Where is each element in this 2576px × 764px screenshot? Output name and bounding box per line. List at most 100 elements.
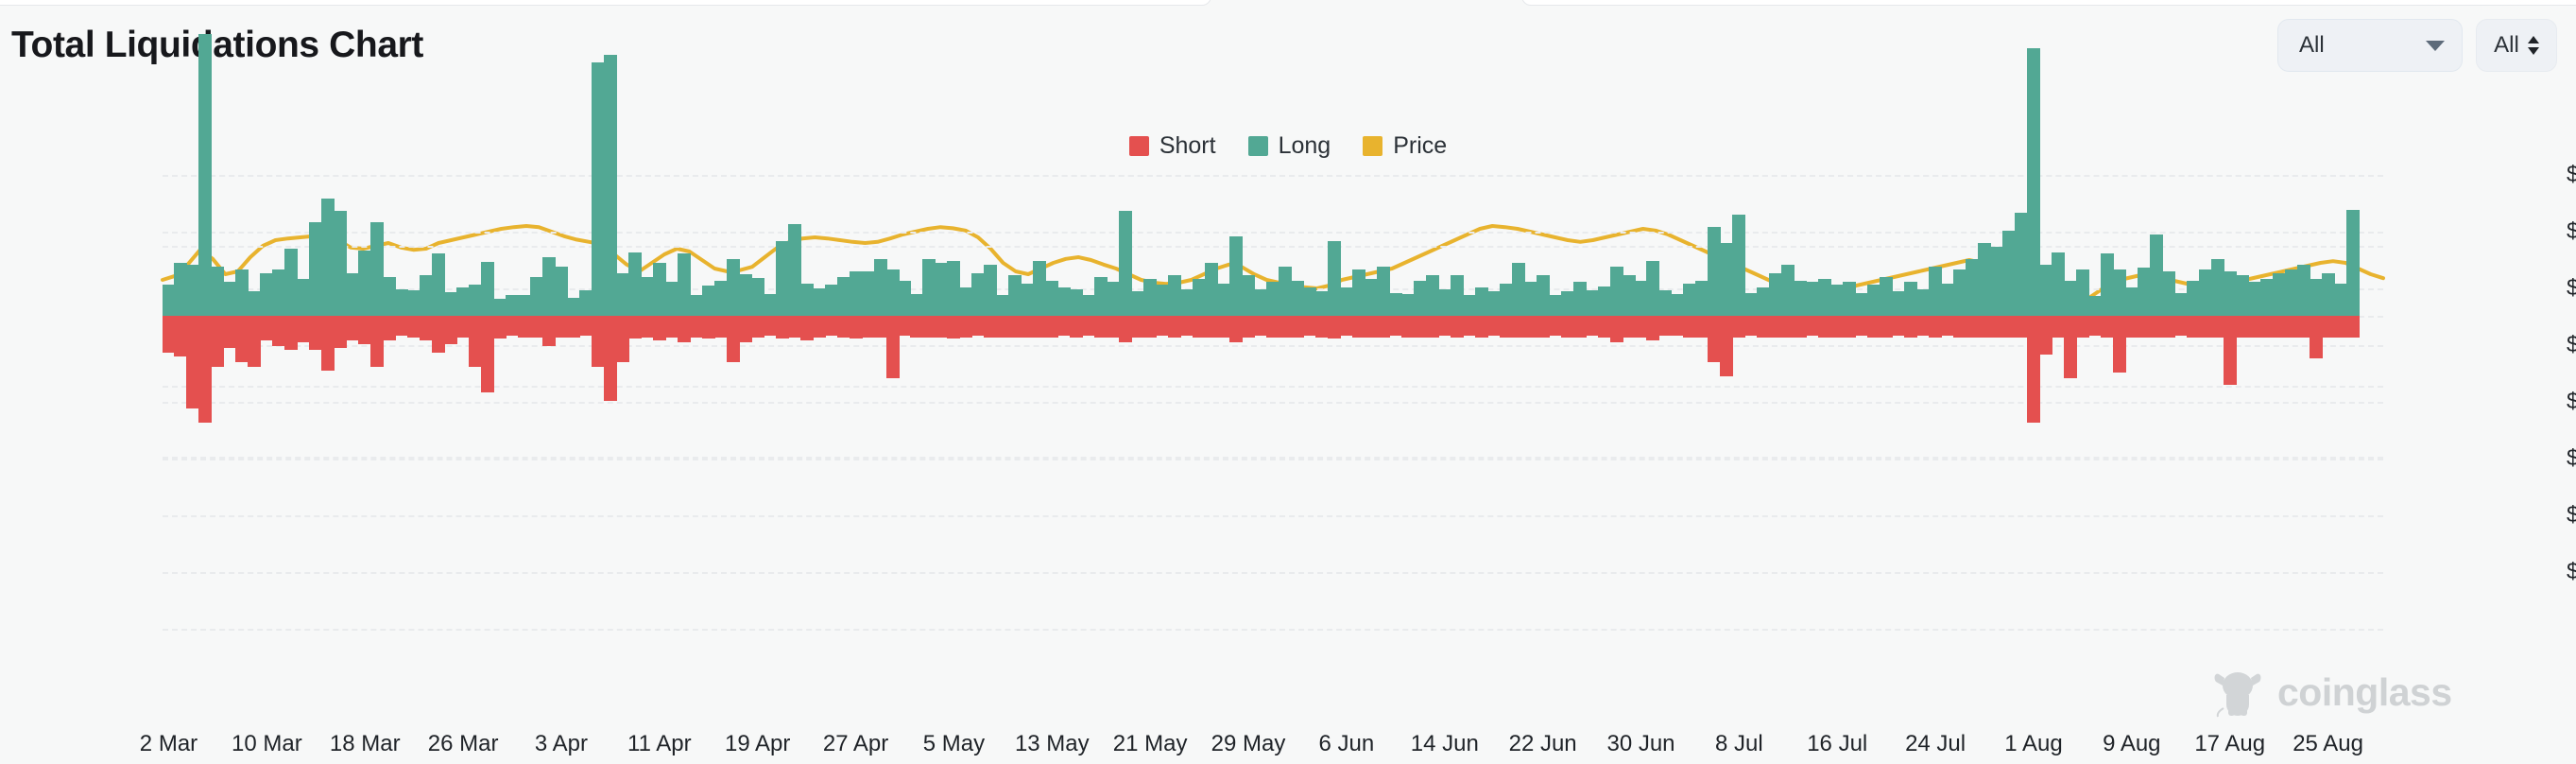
bar-short[interactable] — [1573, 316, 1587, 338]
bar-long[interactable] — [1966, 259, 1979, 316]
bar-short[interactable] — [2015, 316, 2028, 338]
bar-short[interactable] — [1229, 316, 1243, 342]
bar-short[interactable] — [456, 316, 470, 338]
bar-short[interactable] — [469, 316, 482, 367]
bar-long[interactable] — [481, 262, 494, 316]
bar-long[interactable] — [469, 285, 482, 316]
bar-short[interactable] — [727, 316, 740, 362]
bar-short[interactable] — [1193, 316, 1206, 338]
bar-short[interactable] — [235, 316, 249, 362]
bar-short[interactable] — [1646, 316, 1659, 340]
bar-short[interactable] — [592, 316, 605, 367]
bar-short[interactable] — [2248, 316, 2261, 338]
bar-long[interactable] — [2211, 259, 2224, 316]
bar-long[interactable] — [910, 294, 923, 316]
bar-short[interactable] — [493, 316, 507, 339]
bar-short[interactable] — [1217, 316, 1230, 338]
bar-long[interactable] — [1904, 282, 1917, 316]
bar-long[interactable] — [1769, 273, 1782, 316]
bar-long[interactable] — [1438, 289, 1451, 316]
bar-long[interactable] — [579, 290, 592, 316]
bar-long[interactable] — [764, 294, 777, 316]
bar-long[interactable] — [1340, 287, 1353, 316]
bar-long[interactable] — [1180, 289, 1194, 316]
bar-short[interactable] — [2150, 316, 2163, 338]
bar-long[interactable] — [800, 284, 814, 317]
bar-long[interactable] — [1303, 287, 1316, 316]
bar-long[interactable] — [260, 273, 273, 316]
bar-short[interactable] — [1328, 316, 1341, 339]
bar-long[interactable] — [850, 271, 863, 316]
bar-long[interactable] — [174, 263, 187, 316]
bar-long[interactable] — [297, 279, 310, 316]
bar-long[interactable] — [235, 269, 249, 316]
bar-short[interactable] — [702, 316, 715, 339]
bar-short[interactable] — [1880, 316, 1893, 338]
bar-long[interactable] — [1070, 289, 1083, 316]
legend-item-price[interactable]: Price — [1363, 132, 1447, 160]
bar-short[interactable] — [800, 316, 814, 340]
bar-short[interactable] — [1635, 316, 1648, 338]
bar-long[interactable] — [825, 285, 838, 316]
bar-long[interactable] — [506, 295, 519, 316]
bar-short[interactable] — [1205, 316, 1218, 338]
bar-long[interactable] — [2273, 273, 2286, 316]
bar-long[interactable] — [420, 275, 433, 316]
bar-short[interactable] — [1953, 316, 1966, 338]
bar-short[interactable] — [567, 316, 580, 338]
bar-long[interactable] — [2297, 265, 2310, 316]
bar-long[interactable] — [1683, 284, 1696, 316]
bar-long[interactable] — [1646, 261, 1659, 316]
bar-short[interactable] — [788, 316, 801, 338]
bar-long[interactable] — [2052, 252, 2065, 317]
bar-short[interactable] — [2113, 316, 2126, 373]
bar-long[interactable] — [2150, 234, 2163, 316]
bar-short[interactable] — [2211, 316, 2224, 338]
bar-long[interactable] — [727, 259, 740, 316]
bar-long[interactable] — [739, 274, 752, 316]
bar-short[interactable] — [297, 316, 310, 342]
bar-long[interactable] — [493, 299, 507, 316]
bar-short[interactable] — [825, 316, 838, 336]
bar-long[interactable] — [1156, 285, 1169, 316]
bar-short[interactable] — [518, 316, 531, 338]
bar-short[interactable] — [407, 316, 421, 338]
bar-long[interactable] — [1806, 282, 1819, 316]
bar-long[interactable] — [1990, 247, 2003, 316]
bar-long[interactable] — [2064, 281, 2077, 317]
bar-long[interactable] — [935, 263, 948, 316]
bar-long[interactable] — [2224, 271, 2237, 316]
bar-long[interactable] — [1573, 282, 1587, 316]
bar-short[interactable] — [444, 316, 457, 344]
bar-long[interactable] — [1549, 295, 1562, 316]
bar-long[interactable] — [321, 199, 335, 316]
bar-long[interactable] — [1732, 215, 1745, 316]
bar-short[interactable] — [935, 316, 948, 338]
bar-short[interactable] — [1867, 316, 1880, 338]
bar-long[interactable] — [714, 281, 728, 317]
bar-long[interactable] — [2334, 284, 2347, 316]
bar-short[interactable] — [1941, 316, 1954, 336]
bar-short[interactable] — [1315, 316, 1329, 338]
bar-short[interactable] — [395, 316, 408, 336]
bar-long[interactable] — [1855, 293, 1868, 316]
bar-short[interactable] — [2236, 316, 2249, 338]
bar-short[interactable] — [1732, 316, 1745, 338]
bar-short[interactable] — [628, 316, 642, 339]
bar-long[interactable] — [1193, 279, 1206, 316]
bar-short[interactable] — [1658, 316, 1672, 336]
bar-short[interactable] — [1916, 316, 1930, 336]
bar-long[interactable] — [1623, 275, 1636, 316]
bar-short[interactable] — [2027, 316, 2040, 423]
bar-short[interactable] — [1818, 316, 1831, 338]
bar-long[interactable] — [2322, 273, 2335, 316]
bar-long[interactable] — [1978, 243, 1991, 316]
bar-long[interactable] — [1941, 284, 1954, 316]
bar-short[interactable] — [1744, 316, 1758, 336]
bar-short[interactable] — [1242, 316, 1255, 338]
bar-long[interactable] — [1229, 236, 1243, 316]
bar-long[interactable] — [1328, 241, 1341, 316]
bar-short[interactable] — [1524, 316, 1537, 338]
bar-short[interactable] — [1107, 316, 1120, 338]
bar-long[interactable] — [1254, 289, 1267, 316]
